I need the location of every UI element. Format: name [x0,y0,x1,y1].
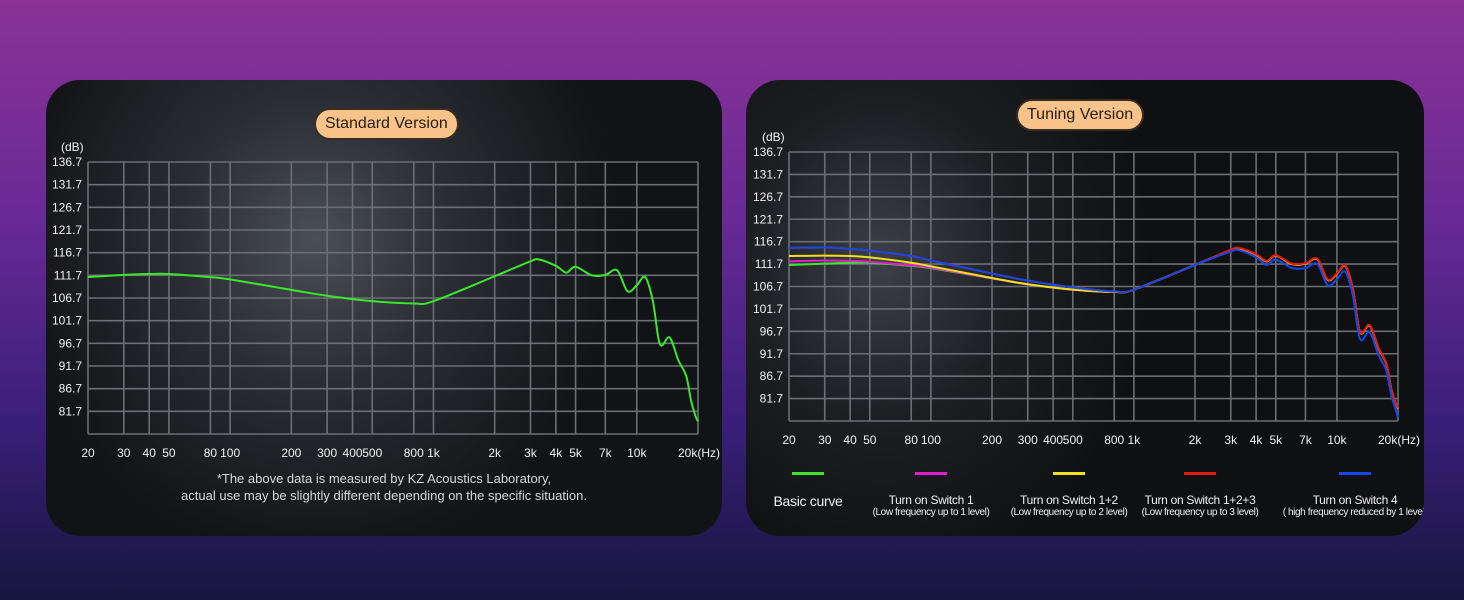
y-tick-label: 126.7 [52,200,82,214]
y-tick-label: 116.7 [53,246,82,260]
x-tick-label: 80 [204,446,218,460]
legend-swatch [792,472,824,475]
legend-sublabel: (Low frequency up to 3 level) [1141,507,1259,518]
standard-version-chart-card: (dB) 136.7 131.7 126.7 121.7 116.7 111.7 106.7 1… [46,80,722,536]
y-tick-label: 106.7 [753,280,783,294]
tuning-version-chart-card: (dB) 136.7 131.7 126.7 121.7 116.7 111.7 106.7 1… [746,80,1424,536]
y-tick-label: 116.7 [754,235,783,249]
x-tick-label: 200 [281,446,301,460]
x-tick-label: 2k [488,446,502,460]
x-tick-label: 10k [1327,433,1347,447]
series-line-turn-on-switch-4 [788,246,1399,418]
y-axis-label: (dB) [61,140,84,154]
series-line-turn-on-switch-1-2 [788,246,1399,409]
x-tick-label: 5k [1269,433,1283,447]
x-tick-label: 20 [782,433,796,447]
x-tick-label: 500 [362,446,382,460]
series-line-turn-on-switch-1 [788,246,1399,409]
x-tick-label: 5k [569,446,583,460]
y-tick-label: 91.7 [59,359,83,373]
legend-item: Turn on Switch 1+2+3 (Low frequency up to… [1110,472,1290,518]
x-tick-label: 20k(Hz) [1378,433,1420,447]
y-tick-label: 121.7 [52,223,82,237]
x-tick-label: 800 [1104,433,1124,447]
footnote: *The above data is measured by KZ Acoust… [46,470,722,504]
y-tick-label: 81.7 [760,392,784,406]
x-tick-label: 20k(Hz) [678,446,720,460]
x-tick-label: 2k [1189,433,1203,447]
x-tick-label: 100 [220,446,240,460]
x-tick-label: 4k [1250,433,1264,447]
x-tick-label: 100 [921,433,941,447]
legend-swatch [1053,472,1085,475]
y-tick-label: 131.7 [52,178,82,192]
chart-title-badge: Standard Version [314,108,459,140]
legend-label: Turn on Switch 4 [1312,493,1398,507]
x-tick-label: 400 [343,446,363,460]
x-tick-label: 200 [982,433,1002,447]
series-line-turn-on-switch-1-2-3 [788,246,1399,409]
x-tick-label: 80 [905,433,919,447]
x-tick-label: 7k [1299,433,1313,447]
x-tick-label: 800 [404,446,424,460]
footnote-line-1: *The above data is measured by KZ Acoust… [216,471,552,486]
y-tick-label: 131.7 [753,167,783,181]
series-line [87,257,699,422]
x-tick-label: 1k [1128,433,1142,447]
y-tick-label: 101.7 [753,302,783,316]
y-tick-label: 136.7 [753,145,783,159]
x-tick-label: 40 [143,446,157,460]
x-tick-label: 300 [317,446,337,460]
y-tick-label: 126.7 [753,190,783,204]
legend-swatch [1184,472,1216,475]
x-tick-label: 50 [863,433,877,447]
y-tick-label: 86.7 [760,369,784,383]
y-tick-label: 96.7 [760,324,784,338]
y-tick-label: 121.7 [753,212,783,226]
x-tick-label: 50 [162,446,176,460]
y-tick-label: 91.7 [760,347,784,361]
x-tick-label: 30 [117,446,131,460]
grid [788,151,1399,422]
footnote-line-2: actual use may be slightly different dep… [181,488,587,503]
x-tick-label: 40 [843,433,857,447]
x-tick-label: 30 [818,433,832,447]
x-tick-label: 20 [81,446,95,460]
y-tick-label: 96.7 [59,336,83,350]
x-tick-label: 10k [627,446,647,460]
legend-swatch [915,472,947,475]
x-tick-label: 7k [599,446,613,460]
legend-sublabel: ( high frequency reduced by 1 level) [1282,507,1424,518]
x-tick-label: 3k [1224,433,1238,447]
series-line-basic-curve [788,246,1399,409]
legend-swatch [1339,472,1371,475]
y-tick-label: 86.7 [59,382,83,396]
legend-label: Turn on Switch 1+2+3 [1144,493,1256,507]
x-tick-label: 1k [427,446,441,460]
y-tick-label: 81.7 [59,404,83,418]
legend: Basic curve Turn on Switch 1 (Low frequenc… [746,470,1424,530]
y-tick-label: 136.7 [52,155,82,169]
x-tick-label: 4k [550,446,564,460]
legend-item: Turn on Switch 4( high frequency reduced… [1265,472,1424,518]
x-tick-label: 500 [1063,433,1083,447]
grid [87,161,699,435]
x-tick-label: 300 [1018,433,1038,447]
y-tick-label: 111.7 [54,268,83,282]
tuning-version-chart: (dB)136.7 131.7 126.7 121.7 116.7 111.7 106.7 1… [753,130,1420,447]
y-tick-label: 101.7 [52,314,82,328]
standard-version-chart: (dB)136.7 131.7 126.7 121.7 116.7 111.7 106.7 1… [52,140,720,460]
chart-title-badge: Tuning Version [1016,99,1145,131]
y-axis-label: (dB) [762,130,785,144]
y-tick-label: 106.7 [52,291,82,305]
x-tick-label: 3k [524,446,538,460]
x-tick-label: 400 [1043,433,1063,447]
y-tick-label: 111.7 [755,257,784,271]
